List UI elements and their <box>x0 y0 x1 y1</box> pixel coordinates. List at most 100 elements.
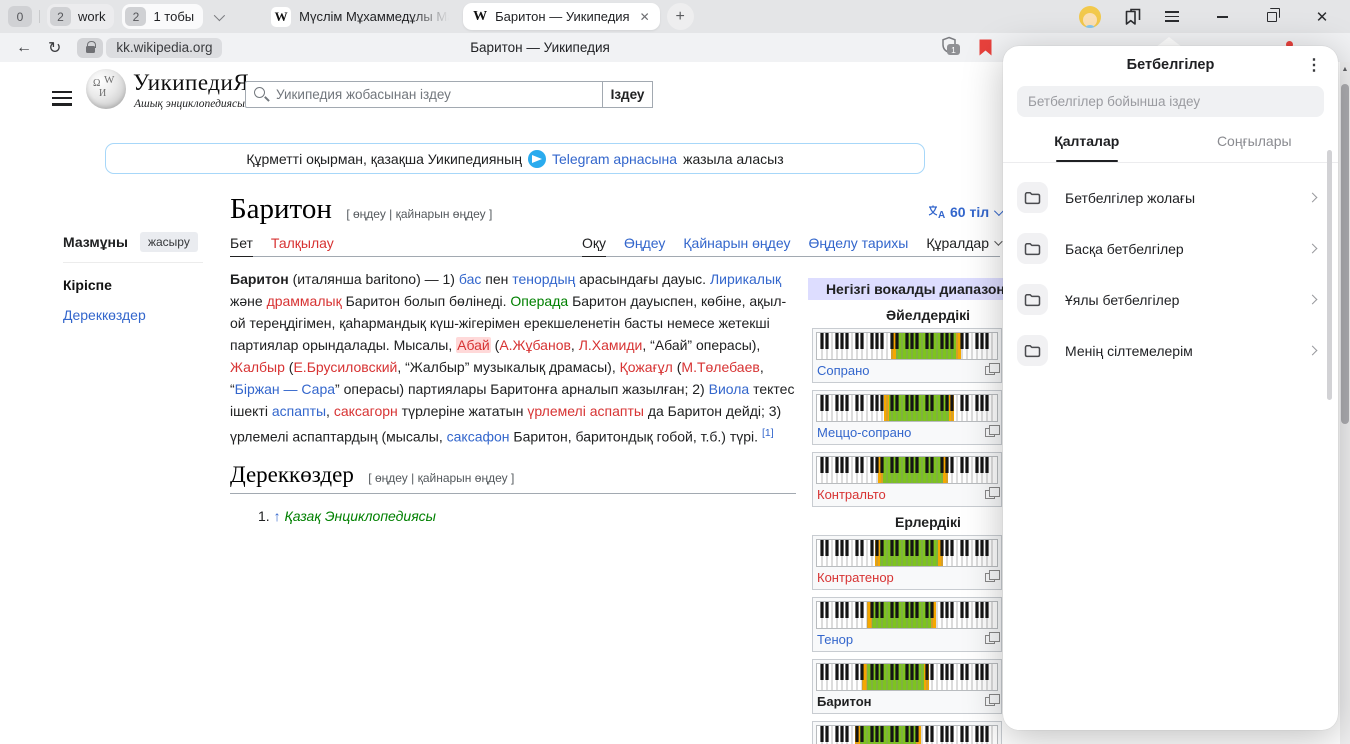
wiki-redlink[interactable]: М.Төлебаев <box>681 359 759 375</box>
wiki-interwiki-link[interactable]: Операда <box>510 293 568 309</box>
article-tab[interactable]: Өңделу тарихы <box>808 235 908 256</box>
piano-range-image[interactable] <box>816 663 998 691</box>
references-edit-links[interactable]: [ өңдеу | қайнарын өңдеу ] <box>368 471 514 485</box>
wikipedia-wordmark[interactable]: УикипедиЯ <box>133 70 249 96</box>
main-menu-button[interactable] <box>52 87 72 110</box>
back-button[interactable]: ← <box>16 39 32 57</box>
reference-number: 1. <box>258 508 274 524</box>
browser-menu-button[interactable] <box>1158 3 1186 31</box>
toc-item-intro[interactable]: Кіріспе <box>63 277 203 293</box>
tab-group-current[interactable]: 2 1 тобы <box>122 4 203 29</box>
close-window-button[interactable]: ✕ <box>1308 3 1336 31</box>
vocal-range-label[interactable]: Контратенор <box>817 570 894 585</box>
wiki-search-input[interactable] <box>245 81 603 108</box>
tab-inactive[interactable]: W Мүслім Мұхаммедұлы Ма <box>261 3 459 30</box>
bookmark-folder-row[interactable]: Басқа бетбелгілер <box>1003 223 1338 274</box>
article-tab[interactable]: Оқу <box>582 235 606 256</box>
references-heading: Дереккөздер <box>230 462 354 487</box>
kebab-menu-icon[interactable]: ⋮ <box>1306 55 1322 75</box>
text-run: , <box>571 337 579 353</box>
sitenotice-banner: Құрметті оқырман, қазақша Уикипедияның T… <box>105 143 925 174</box>
wiki-link[interactable]: Біржан — Сара <box>235 381 335 397</box>
reference-link[interactable]: [1] <box>762 427 774 439</box>
text-run: түрлеріне жататын <box>398 403 528 419</box>
scroll-up-arrow[interactable]: ▲ <box>1340 66 1350 73</box>
bookmark-folder-row[interactable]: Менің сілтемелерім <box>1003 325 1338 376</box>
highlighted-link[interactable]: Абай <box>456 337 491 353</box>
enlarge-icon[interactable] <box>985 697 995 706</box>
wiki-redlink[interactable]: Жалбыр <box>230 359 285 375</box>
enlarge-icon[interactable] <box>985 573 995 582</box>
reload-button[interactable]: ↻ <box>48 38 61 58</box>
wiki-redlink[interactable]: үрлемелі аспапты <box>527 403 644 419</box>
wiki-redlink[interactable]: Е.Брусиловский <box>293 359 397 375</box>
protect-shield-button[interactable]: 1 <box>941 36 957 59</box>
enlarge-icon[interactable] <box>985 366 995 375</box>
vocal-range-label[interactable]: Сопрано <box>817 363 870 378</box>
article-tab[interactable]: Талқылау <box>271 235 334 256</box>
backref-arrow-link[interactable]: ↑ <box>274 508 285 524</box>
article-tab[interactable]: Өңдеу <box>624 235 665 256</box>
toc-item-references[interactable]: Дереккөздер <box>63 307 203 323</box>
bookmarks-search-input[interactable] <box>1017 86 1324 117</box>
tab-recent[interactable]: Соңғылары <box>1171 120 1339 162</box>
wiki-redlink[interactable]: Л.Хамиди <box>579 337 643 353</box>
minimize-button[interactable] <box>1208 3 1236 31</box>
vocal-range-label[interactable]: Контральто <box>817 487 886 502</box>
vocal-range-thumbnail: Контральто <box>812 452 1002 507</box>
title-edit-links[interactable]: [ өңдеу | қайнарын өңдеу ] <box>346 207 492 221</box>
wiki-link[interactable]: аспапты <box>272 403 326 419</box>
wikipedia-globe-logo[interactable]: Ω W И <box>86 69 126 109</box>
page-scrollbar[interactable]: ▲ <box>1340 62 1350 744</box>
wiki-link[interactable]: бас <box>459 271 481 287</box>
enlarge-icon[interactable] <box>985 635 995 644</box>
tab-group-work[interactable]: 2 work <box>47 4 114 29</box>
wiki-redlink[interactable]: А.Жұбанов <box>499 337 571 353</box>
wiki-link[interactable]: Лирикалық <box>710 271 781 287</box>
tab-group-zero[interactable]: 0 <box>8 6 32 27</box>
tab-active[interactable]: W Баритон — Уикипедия ✕ <box>463 3 660 30</box>
piano-range-image[interactable] <box>816 725 998 744</box>
wiki-redlink[interactable]: Қожағұл <box>620 359 673 375</box>
vocal-range-thumbnail: Меццо-сопрано <box>812 390 1002 445</box>
article-tab[interactable]: Құралдар <box>926 235 1000 256</box>
reference-source-link[interactable]: Қазақ Энциклопедиясы <box>284 508 436 524</box>
article-tab[interactable]: Қайнарын өңдеу <box>683 235 790 256</box>
wiki-redlink[interactable]: саксагорн <box>334 403 398 419</box>
scrollbar-thumb[interactable] <box>1341 84 1349 424</box>
profile-avatar[interactable] <box>1079 6 1101 28</box>
bookmark-folder-row[interactable]: Ұялы бетбелгілер <box>1003 274 1338 325</box>
piano-range-image[interactable] <box>816 539 998 567</box>
bookmark-folder-row[interactable]: Бетбелгілер жолағы <box>1003 172 1338 223</box>
vocal-range-label[interactable]: Меццо-сопрано <box>817 425 911 440</box>
bookmark-page-button[interactable] <box>979 39 992 61</box>
piano-range-image[interactable] <box>816 332 998 360</box>
site-security-button[interactable] <box>77 38 103 58</box>
wiki-redlink[interactable]: драммалық <box>267 293 342 309</box>
folder-name: Бетбелгілер жолағы <box>1065 190 1195 206</box>
restore-button[interactable] <box>1258 3 1286 31</box>
close-tab-icon[interactable]: ✕ <box>640 10 650 24</box>
toc-hide-button[interactable]: жасыру <box>140 232 198 252</box>
wiki-link[interactable]: саксафон <box>447 429 510 445</box>
panel-scrollbar-thumb[interactable] <box>1327 150 1332 400</box>
vocal-range-label[interactable]: Тенор <box>817 632 853 647</box>
article-tab[interactable]: Бет <box>230 235 253 256</box>
new-tab-button[interactable]: + <box>667 3 694 30</box>
address-domain[interactable]: kk.wikipedia.org <box>106 38 222 58</box>
wiki-link[interactable]: Виола <box>709 381 750 397</box>
references-heading-row: Дереккөздер [ өңдеу | қайнарын өңдеу ] <box>230 462 796 494</box>
piano-range-image[interactable] <box>816 601 998 629</box>
piano-range-image[interactable] <box>816 394 998 422</box>
bookmarks-panel-button[interactable] <box>1119 3 1147 31</box>
wiki-link[interactable]: тенордың <box>512 271 575 287</box>
wiki-search-button[interactable]: Іздеу <box>603 81 653 108</box>
enlarge-icon[interactable] <box>985 428 995 437</box>
enlarge-icon[interactable] <box>985 490 995 499</box>
text-run: арасындағы дауыс. <box>575 271 710 287</box>
tab-group-chevron-button[interactable] <box>205 4 231 29</box>
telegram-link[interactable]: Telegram арнасына <box>552 151 677 167</box>
language-switcher-button[interactable]: A 60 тіл <box>928 204 1001 220</box>
tab-folders[interactable]: Қалталар <box>1003 120 1171 162</box>
piano-range-image[interactable] <box>816 456 998 484</box>
